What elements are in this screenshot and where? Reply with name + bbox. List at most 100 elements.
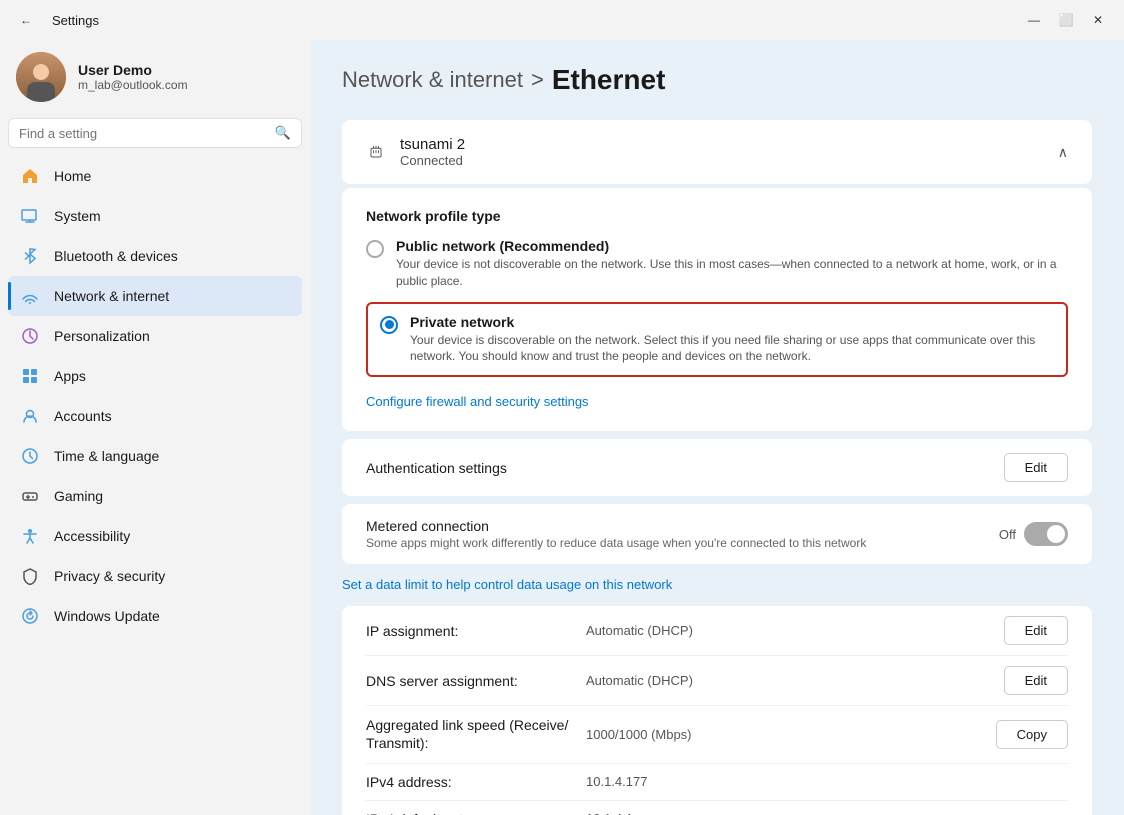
metered-label: Metered connection xyxy=(366,518,866,534)
ipv4-gateway-row: IPv4 default gateway: 10.1.4.1 xyxy=(366,801,1068,815)
metered-toggle-label: Off xyxy=(999,527,1016,542)
accounts-icon xyxy=(20,406,40,426)
user-email: m_lab@outlook.com xyxy=(78,78,188,92)
window-controls: — ⬜ ✕ xyxy=(1020,9,1112,31)
ipv4-address-row: IPv4 address: 10.1.4.177 xyxy=(366,764,1068,801)
bluetooth-icon xyxy=(20,246,40,266)
private-network-desc: Your device is discoverable on the netwo… xyxy=(410,332,1054,366)
privacy-icon xyxy=(20,566,40,586)
ip-assignment-edit-button[interactable]: Edit xyxy=(1004,616,1068,645)
ipv4-gateway-value: 10.1.4.1 xyxy=(586,811,1068,815)
close-button[interactable]: ✕ xyxy=(1084,9,1112,31)
sidebar-item-time[interactable]: Time & language xyxy=(8,436,302,476)
sidebar-item-accounts[interactable]: Accounts xyxy=(8,396,302,436)
sidebar-item-network-label: Network & internet xyxy=(54,288,169,304)
ipv4-gateway-label: IPv4 default gateway: xyxy=(366,811,586,815)
ip-settings-card: IP assignment: Automatic (DHCP) Edit DNS… xyxy=(342,606,1092,815)
private-network-option[interactable]: Private network Your device is discovera… xyxy=(380,314,1054,366)
back-button[interactable]: ← xyxy=(12,9,40,31)
data-limit-section: Set a data limit to help control data us… xyxy=(342,572,1092,606)
breadcrumb-current: Ethernet xyxy=(552,64,666,96)
firewall-link[interactable]: Configure firewall and security settings xyxy=(366,394,589,409)
metered-toggle[interactable] xyxy=(1024,522,1068,546)
maximize-button[interactable]: ⬜ xyxy=(1052,9,1080,31)
network-profile-card: Network profile type Public network (Rec… xyxy=(342,188,1092,431)
ipv4-address-label: IPv4 address: xyxy=(366,774,586,790)
network-icon xyxy=(20,286,40,306)
metered-card: Metered connection Some apps might work … xyxy=(342,504,1092,564)
sidebar-item-accessibility-label: Accessibility xyxy=(54,528,130,544)
private-network-label: Private network xyxy=(410,314,1054,330)
search-box[interactable]: 🔍 xyxy=(8,118,302,148)
dns-assignment-row: DNS server assignment: Automatic (DHCP) … xyxy=(366,656,1068,706)
sidebar: User Demo m_lab@outlook.com 🔍 Home xyxy=(0,40,310,815)
link-speed-value: 1000/1000 (Mbps) xyxy=(586,727,996,742)
sidebar-item-gaming-label: Gaming xyxy=(54,488,103,504)
minimize-button[interactable]: — xyxy=(1020,9,1048,31)
sidebar-item-privacy[interactable]: Privacy & security xyxy=(8,556,302,596)
chevron-up-icon[interactable]: ∧ xyxy=(1058,144,1068,161)
public-network-label: Public network (Recommended) xyxy=(396,238,1068,254)
apps-icon xyxy=(20,366,40,386)
personalization-icon xyxy=(20,326,40,346)
breadcrumb-separator: > xyxy=(531,67,544,93)
public-network-desc: Your device is not discoverable on the n… xyxy=(396,256,1068,290)
window-title: Settings xyxy=(52,13,99,28)
sidebar-item-bluetooth-label: Bluetooth & devices xyxy=(54,248,178,264)
avatar xyxy=(16,52,66,102)
ethernet-icon xyxy=(366,142,386,162)
sidebar-item-time-label: Time & language xyxy=(54,448,159,464)
dns-assignment-edit-button[interactable]: Edit xyxy=(1004,666,1068,695)
sidebar-item-apps[interactable]: Apps xyxy=(8,356,302,396)
metered-toggle-wrap: Off xyxy=(999,522,1068,546)
ip-assignment-row: IP assignment: Automatic (DHCP) Edit xyxy=(366,606,1068,656)
sidebar-item-update-label: Windows Update xyxy=(54,608,160,624)
breadcrumb-parent: Network & internet xyxy=(342,67,523,93)
metered-desc: Some apps might work differently to redu… xyxy=(366,536,866,550)
sidebar-item-home-label: Home xyxy=(54,168,91,184)
private-network-box: Private network Your device is discovera… xyxy=(366,302,1068,378)
sidebar-item-personalization-label: Personalization xyxy=(54,328,150,344)
auth-settings-row: Authentication settings Edit xyxy=(366,439,1068,496)
sidebar-item-gaming[interactable]: Gaming xyxy=(8,476,302,516)
sidebar-item-home[interactable]: Home xyxy=(8,156,302,196)
dns-assignment-value: Automatic (DHCP) xyxy=(586,673,1004,688)
auth-settings-card: Authentication settings Edit xyxy=(342,439,1092,496)
data-limit-link[interactable]: Set a data limit to help control data us… xyxy=(342,577,672,592)
sidebar-item-bluetooth[interactable]: Bluetooth & devices xyxy=(8,236,302,276)
private-radio[interactable] xyxy=(380,316,398,334)
ip-assignment-label: IP assignment: xyxy=(366,623,586,639)
public-network-option[interactable]: Public network (Recommended) Your device… xyxy=(366,238,1068,290)
network-status: Connected xyxy=(400,153,465,168)
public-radio[interactable] xyxy=(366,240,384,258)
accessibility-icon xyxy=(20,526,40,546)
user-profile: User Demo m_lab@outlook.com xyxy=(8,40,302,118)
auth-edit-button[interactable]: Edit xyxy=(1004,453,1068,482)
sidebar-item-system-label: System xyxy=(54,208,101,224)
gaming-icon xyxy=(20,486,40,506)
search-input[interactable] xyxy=(19,126,267,141)
ipv4-address-value: 10.1.4.177 xyxy=(586,774,1068,789)
time-icon xyxy=(20,446,40,466)
sidebar-item-network[interactable]: Network & internet xyxy=(8,276,302,316)
search-icon: 🔍 xyxy=(275,125,291,141)
sidebar-item-accounts-label: Accounts xyxy=(54,408,112,424)
user-info: User Demo m_lab@outlook.com xyxy=(78,62,188,92)
content-area: Network & internet > Ethernet tsunami 2 … xyxy=(310,40,1124,815)
page-header: Network & internet > Ethernet xyxy=(342,64,1092,96)
user-name: User Demo xyxy=(78,62,188,78)
ip-assignment-value: Automatic (DHCP) xyxy=(586,623,1004,638)
dns-assignment-label: DNS server assignment: xyxy=(366,673,586,689)
copy-button[interactable]: Copy xyxy=(996,720,1068,749)
sidebar-item-privacy-label: Privacy & security xyxy=(54,568,165,584)
sidebar-item-update[interactable]: Windows Update xyxy=(8,596,302,636)
sidebar-item-personalization[interactable]: Personalization xyxy=(8,316,302,356)
network-name: tsunami 2 xyxy=(400,136,465,153)
sidebar-item-accessibility[interactable]: Accessibility xyxy=(8,516,302,556)
sidebar-item-system[interactable]: System xyxy=(8,196,302,236)
update-icon xyxy=(20,606,40,626)
link-speed-row: Aggregated link speed (Receive/Transmit)… xyxy=(366,706,1068,763)
system-icon xyxy=(20,206,40,226)
network-device-card: tsunami 2 Connected ∧ xyxy=(342,120,1092,184)
link-speed-label: Aggregated link speed (Receive/Transmit)… xyxy=(366,716,586,752)
